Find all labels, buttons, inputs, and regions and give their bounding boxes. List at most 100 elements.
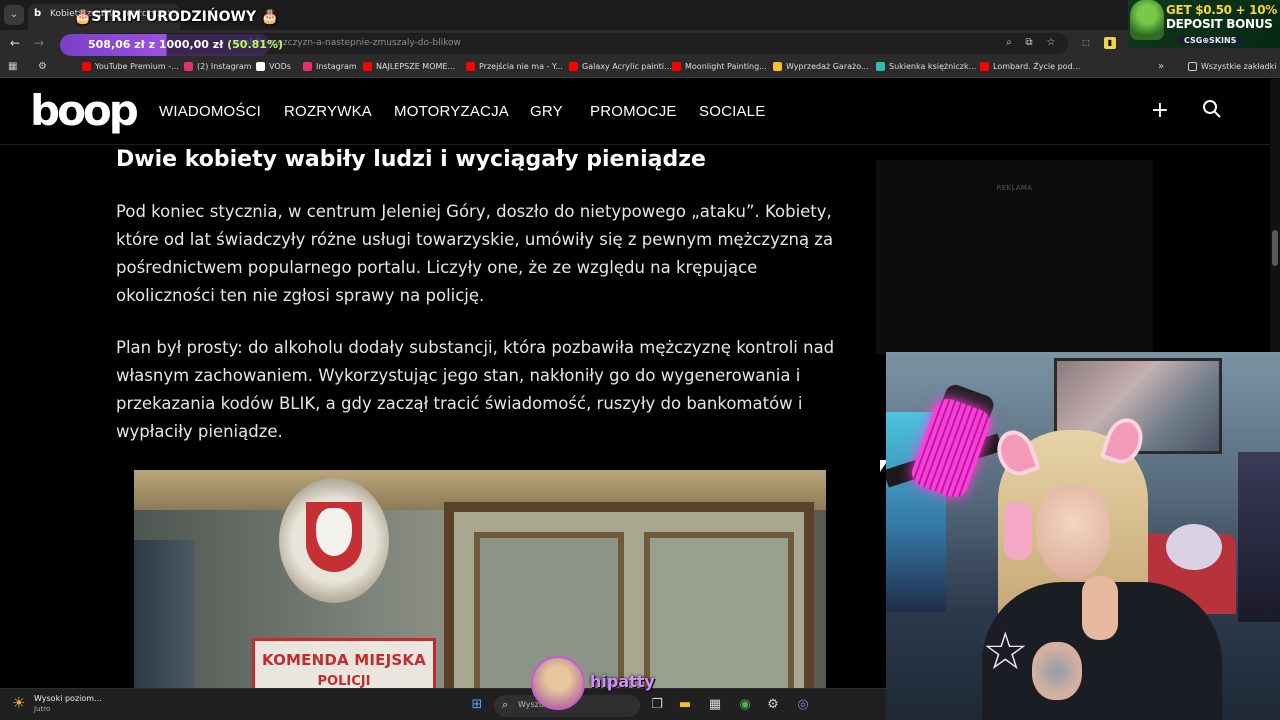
all-bookmarks-label: Wszystkie zakładki [1201,62,1277,71]
streamer-avatar [531,656,585,710]
plus-icon[interactable]: + [1148,99,1172,123]
promo-line1: GET $0.50 + 10% [1166,3,1278,17]
goal-percent: (50.81%) [227,38,283,51]
settings-gear-icon[interactable]: ⚙ [38,61,47,72]
eagle-icon [316,508,352,556]
bookmark-favicon-icon [569,62,578,71]
webcam-wall-painting [1238,452,1280,622]
goal-current: 508,06 zł [88,38,145,51]
article-photo[interactable]: KOMENDA MIEJSKA POLICJI [134,470,826,688]
bookmark-favicon-icon [876,62,885,71]
promo-banner: GET $0.50 + 10% DEPOSIT BONUS CSG⊕SKINS [1128,0,1280,48]
scrollbar-thumb[interactable] [1272,230,1278,266]
bookmark-item[interactable]: Moonlight Painting... [672,56,767,77]
site-header: boop WIADOMOŚCI ROZRYWKA MOTORYZACJA GRY… [0,79,1270,145]
file-explorer-icon[interactable]: ▬ [676,696,694,714]
bookmarks-bar: ▦ ⚙ YouTube Premium -... (2) Instagram VOD… [0,56,1280,78]
windows-taskbar: ☀ Wysoki poziom... Jutro ⊞ ⌕ Wyszukaj ❐ … [0,688,886,720]
bookmark-favicon-icon [82,62,91,71]
webcam-person-face [1036,484,1110,580]
photo-window-frame [444,502,814,688]
webcam-plush-toy [1166,524,1222,570]
forward-arrow-icon[interactable]: → [30,34,48,52]
emblem-shield [306,502,362,572]
bookmark-item[interactable]: Wyprzedaż Garażo... [773,56,869,77]
apps-grid-icon[interactable]: ▦ [8,61,17,72]
bookmark-favicon-icon [672,62,681,71]
streamer-name: hipatty [590,672,655,691]
extension-icon[interactable]: ⬚ [1080,37,1092,49]
bookmark-item[interactable]: NAJLEPSZE MOME... [363,56,455,77]
police-sign-text: KOMENDA MIEJSKA [261,651,427,669]
settings-icon[interactable]: ⚙ [764,696,782,714]
goal-target: 1000,00 zł [158,38,224,51]
police-sign: KOMENDA MIEJSKA POLICJI [252,638,436,688]
taskbar-search-icon: ⌕ [502,698,509,711]
bookmark-label: Instagram [316,62,357,71]
article-paragraph-2: Plan był prosty: do alkoholu dodały subs… [116,338,835,441]
police-sign-text-2: POLICJI [317,674,371,688]
promo-line2: DEPOSIT BONUS [1166,17,1273,31]
zoom-icon[interactable]: ⌕ [1002,36,1016,50]
polish-eagle-emblem-icon [279,478,389,603]
streamer-webcam: ☆ [886,352,1280,720]
bookmark-label: Moonlight Painting... [685,62,767,71]
bookmark-label: Galaxy Acrylic painti... [582,62,672,71]
bookmark-item[interactable]: Instagram [303,56,357,77]
ad-label: REKLAMA [996,184,1033,192]
weather-subtitle: Jutro [34,705,51,713]
bookmark-favicon-icon [773,62,782,71]
bookmark-item[interactable]: Sukienka księżniczk... [876,56,976,77]
bookmark-label: YouTube Premium -... [95,62,179,71]
bookmark-star-icon[interactable]: ☆ [1044,36,1058,50]
task-view-icon[interactable]: ❐ [648,696,666,714]
tab-search-button[interactable]: ⌄ [4,5,24,25]
webcam-person-hand [1082,576,1118,640]
promo-character-icon [1130,0,1164,40]
bookmark-item[interactable]: Lombard. Życie pod... [980,56,1080,77]
nav-item-wiadomosci[interactable]: WIADOMOŚCI [159,103,261,120]
chrome-icon[interactable]: ◉ [736,696,754,714]
bookmark-item[interactable]: Przejścia nie ma - Y... [466,56,563,77]
cast-icon[interactable]: ⧉ [1022,36,1036,50]
boop-favicon-icon: b [34,8,42,19]
site-logo[interactable]: boop [30,85,139,137]
bookmark-favicon-icon [303,62,312,71]
all-bookmarks-folder[interactable]: Wszystkie zakładki [1188,56,1276,77]
article-subheading: Dwie kobiety wabiły ludzi i wyciągały pi… [116,147,706,172]
bookmark-item[interactable]: Galaxy Acrylic painti... [569,56,672,77]
bookmark-item[interactable]: VODs [256,56,291,77]
bookmark-favicon-icon [256,62,265,71]
promo-brand: CSG⊕SKINS [1178,36,1243,45]
photo-door [134,540,194,688]
windows-start-icon[interactable]: ⊞ [468,696,486,714]
webcam-tattoo [1032,642,1082,700]
article-body: Dwie kobiety wabiły ludzi i wyciągały pi… [116,144,856,441]
bookmark-label: Wyprzedaż Garażo... [786,62,869,71]
goal-separator: z [148,38,156,51]
donation-goal-text: 508,06 zł z 1000,00 zł (50.81%) [88,38,283,51]
bookmark-favicon-icon [184,62,193,71]
more-bookmarks-chevron-icon[interactable]: » [1158,61,1164,72]
microsoft-store-icon[interactable]: ▦ [706,696,724,714]
nav-item-gry[interactable]: GRY [530,103,563,120]
bookmark-label: VODs [269,62,291,71]
nav-item-promocje[interactable]: PROMOCJE [590,103,677,120]
webcam-headphone [1004,502,1032,560]
nav-item-rozrywka[interactable]: ROZRYWKA [284,103,372,120]
nav-item-motoryzacja[interactable]: MOTORYZACJA [394,103,509,120]
nav-item-sociale[interactable]: SOCIALE [699,103,765,120]
bookmark-item[interactable]: YouTube Premium -... [82,56,179,77]
back-arrow-icon[interactable]: ← [6,34,24,52]
extension-yellow-icon[interactable]: ▮ [1104,37,1116,49]
bookmark-favicon-icon [466,62,475,71]
discord-icon[interactable]: ◎ [794,696,812,714]
photo-window-pane [644,532,794,688]
weather-title[interactable]: Wysoki poziom... [34,694,102,703]
advertisement-box[interactable]: REKLAMA [876,160,1153,355]
weather-alert-icon[interactable]: ☀ [12,694,30,712]
bookmark-favicon-icon [363,62,372,71]
bookmark-label: NAJLEPSZE MOME... [376,62,456,71]
bookmark-item[interactable]: (2) Instagram [184,56,252,77]
search-icon[interactable] [1200,99,1224,123]
